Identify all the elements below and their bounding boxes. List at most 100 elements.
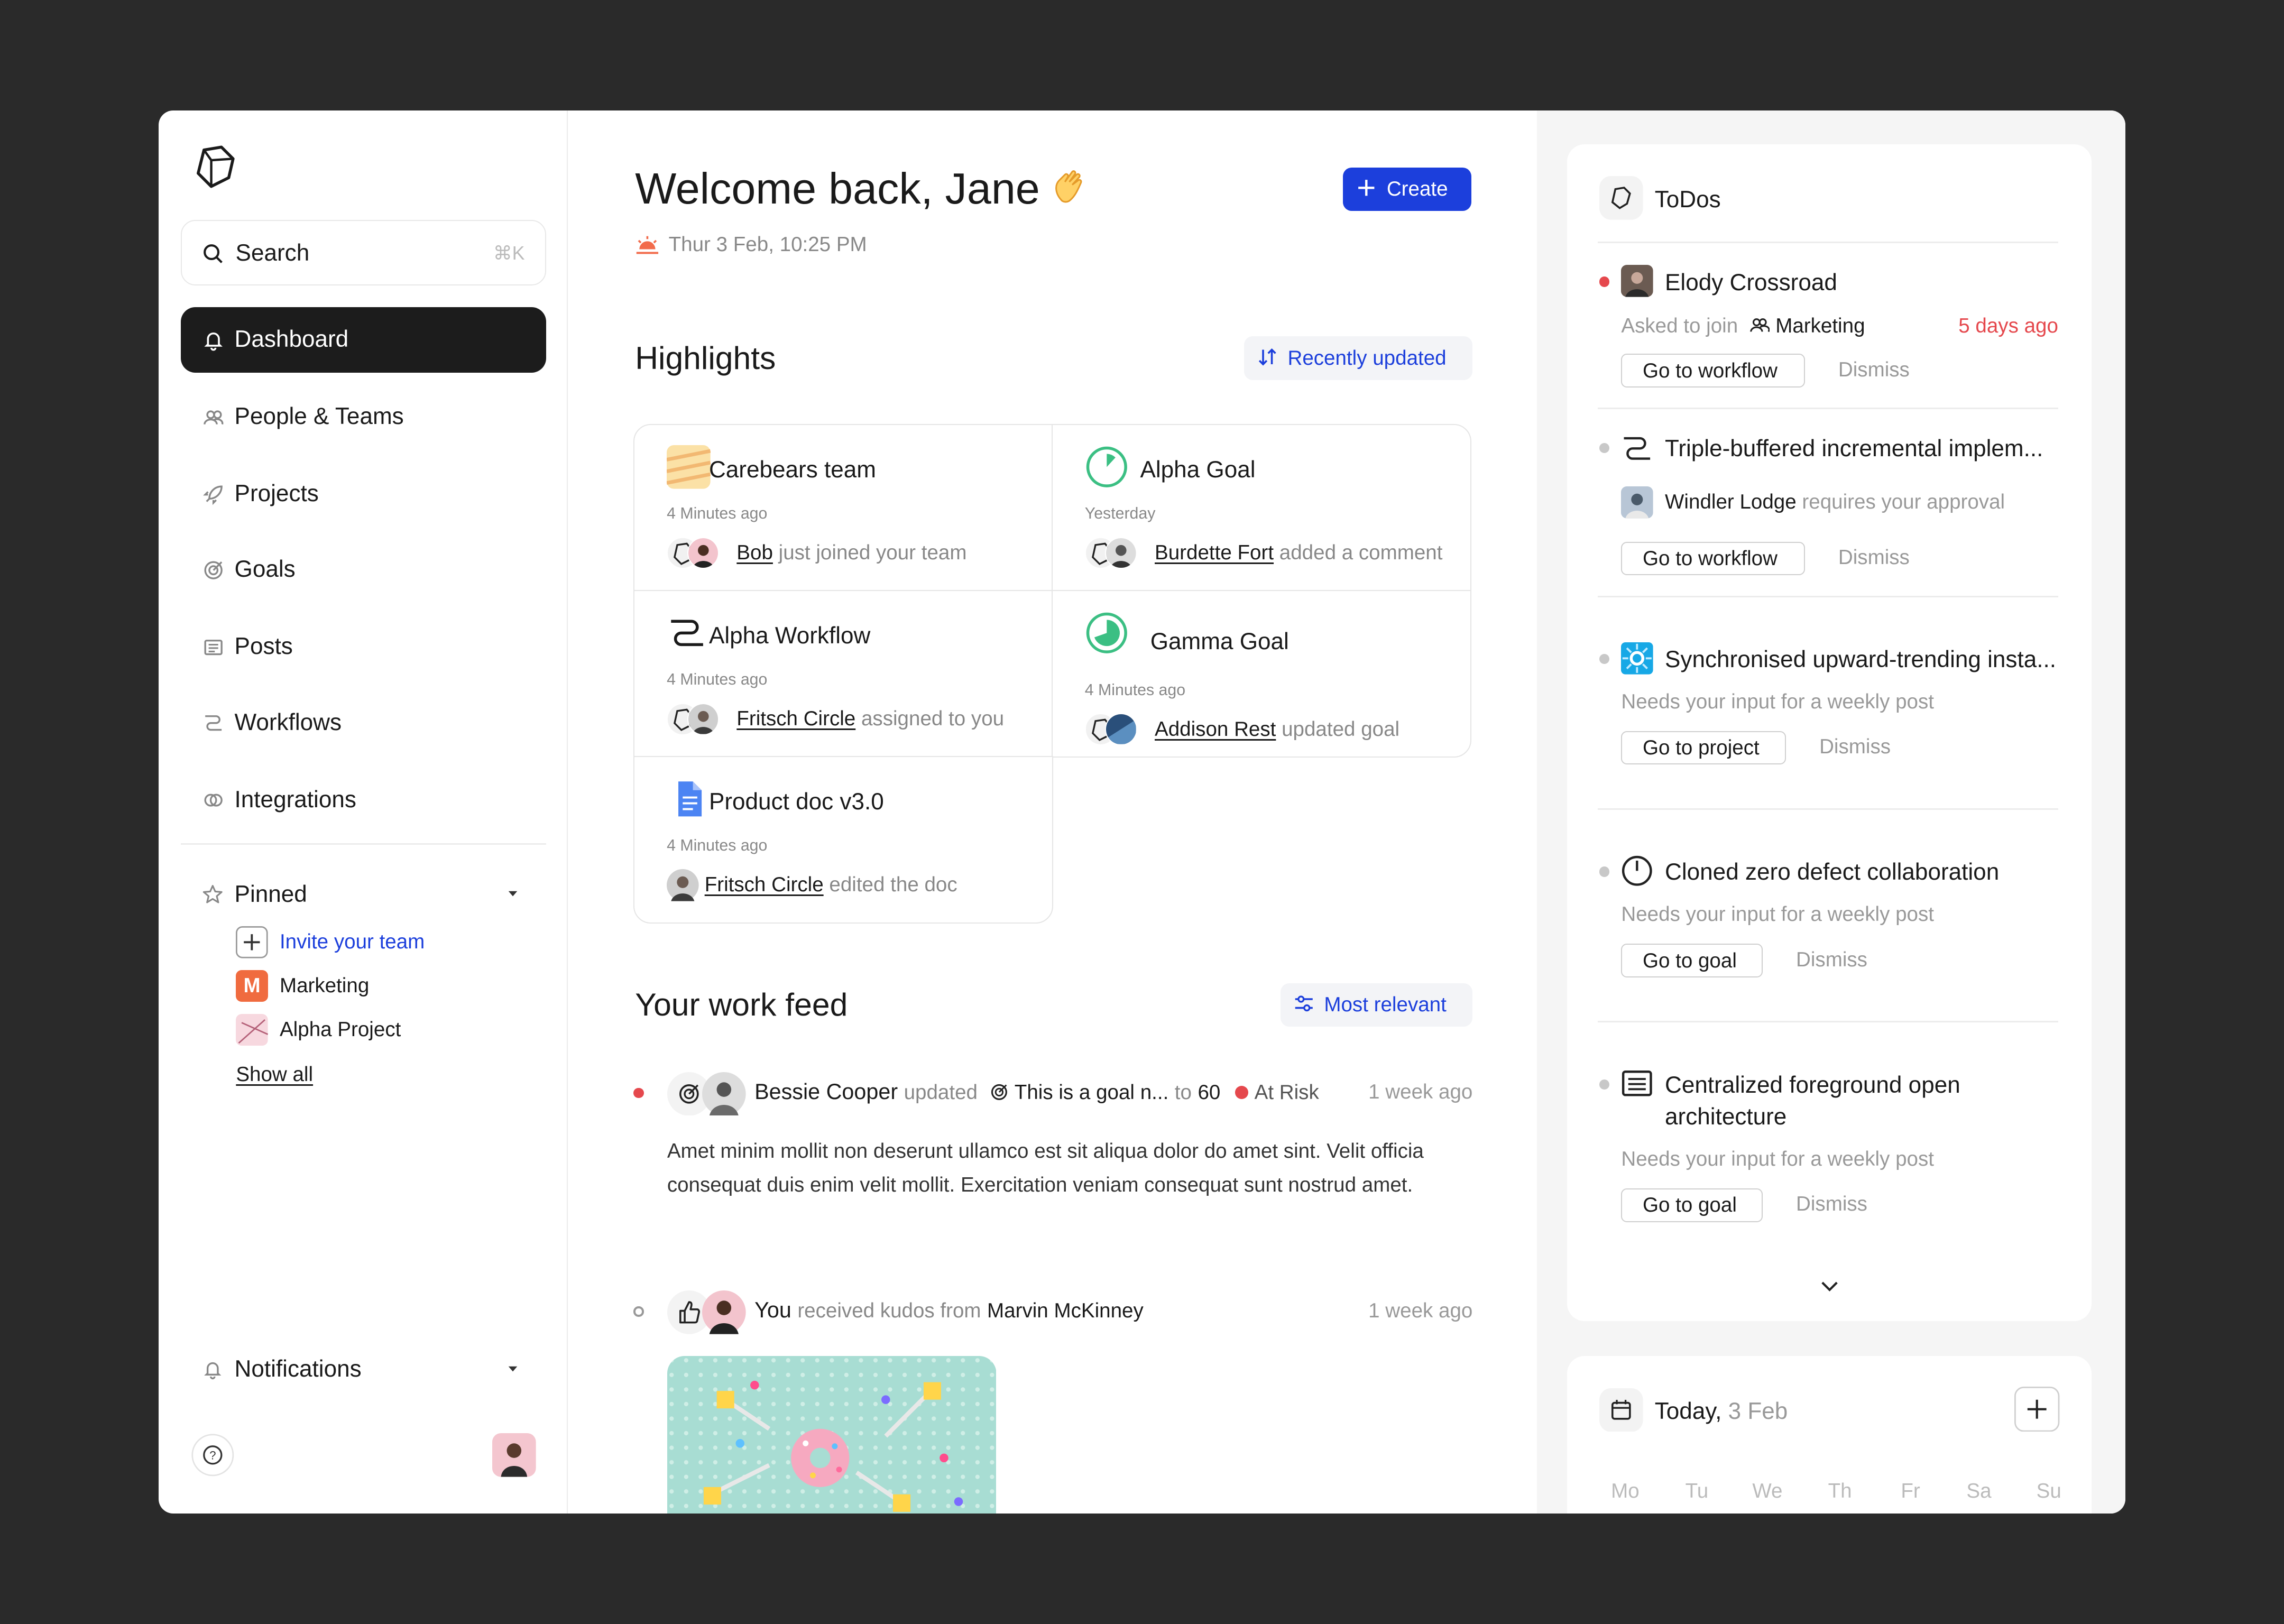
- filter-most-relevant-button[interactable]: Most relevant: [1280, 983, 1473, 1027]
- todo-title[interactable]: Cloned zero defect collaboration: [1665, 859, 1999, 885]
- greeting-text: Welcome back, Jane: [635, 163, 1040, 213]
- avatar-stack: [667, 537, 731, 569]
- unread-dot: [633, 1088, 644, 1099]
- weekday-label: Su: [2036, 1480, 2061, 1503]
- dismiss-button[interactable]: Dismiss: [1838, 358, 1910, 382]
- nav-dashboard[interactable]: Dashboard: [180, 307, 547, 373]
- actor-link[interactable]: Fritsch Circle: [736, 707, 855, 730]
- dismiss-button[interactable]: Dismiss: [1819, 735, 1891, 759]
- dismiss-button[interactable]: Dismiss: [1796, 948, 1867, 972]
- target-icon: [204, 561, 223, 579]
- actor-link[interactable]: Bob: [736, 541, 773, 564]
- go-to-project-button[interactable]: Go to project: [1621, 731, 1786, 765]
- avatar: [1621, 265, 1653, 298]
- nav-workflows[interactable]: Workflows: [181, 690, 547, 756]
- today-date: 3 Feb: [1728, 1398, 1788, 1424]
- actor-link[interactable]: Burdette Fort: [1155, 541, 1274, 564]
- goal-progress-icon: [1086, 447, 1127, 488]
- chevron-down-icon[interactable]: [1821, 1280, 1838, 1292]
- add-event-button[interactable]: [2014, 1386, 2060, 1432]
- avatar-stack: [667, 703, 731, 735]
- user-avatar[interactable]: [492, 1433, 536, 1477]
- target-icon: [991, 1084, 1007, 1101]
- app-logo-icon[interactable]: [191, 143, 237, 189]
- work-feed-heading: Your work feed: [635, 986, 848, 1023]
- sort-label: Recently updated: [1287, 346, 1447, 370]
- goal-value: 60: [1198, 1081, 1221, 1104]
- todo-title-line1[interactable]: Centralized foreground open: [1665, 1072, 1960, 1099]
- go-to-goal-button[interactable]: Go to goal: [1621, 1188, 1763, 1222]
- actor-link[interactable]: Fritsch Circle: [705, 873, 824, 896]
- card-action: updated goal: [1282, 717, 1400, 741]
- plus-icon: [1358, 180, 1375, 196]
- button-label: Go to project: [1642, 736, 1760, 760]
- todo-title[interactable]: Elody Crossroad: [1665, 270, 1837, 296]
- show-all-link[interactable]: Show all: [236, 1063, 313, 1086]
- weekday-label: Sa: [1966, 1480, 1992, 1503]
- todo-divider: [1598, 408, 2058, 410]
- go-to-workflow-button[interactable]: Go to workflow: [1621, 541, 1805, 576]
- card-activity: Fritsch Circle assigned to you: [667, 703, 1004, 735]
- card-title: Alpha Goal: [1140, 457, 1256, 483]
- read-dot: [1599, 654, 1610, 665]
- avatar: [667, 869, 699, 901]
- dismiss-button[interactable]: Dismiss: [1796, 1193, 1867, 1216]
- nav-goals[interactable]: Goals: [181, 538, 547, 603]
- todo-title[interactable]: Synchronised upward-trending insta...: [1665, 647, 2056, 673]
- pinned-label: Invite your team: [279, 930, 425, 954]
- card-action: added a comment: [1279, 541, 1443, 565]
- read-dot: [633, 1306, 644, 1317]
- avatar: [702, 1290, 746, 1334]
- dismiss-button[interactable]: Dismiss: [1838, 546, 1910, 569]
- create-button[interactable]: Create: [1343, 167, 1471, 211]
- calendar-heading: Today, 3 Feb: [1655, 1398, 1788, 1425]
- todo-sub-text: Needs your input for a weekly post: [1621, 903, 1934, 926]
- highlight-card[interactable]: Carebears team 4 Minutes ago Bob just jo…: [633, 423, 1053, 592]
- caret-down-icon[interactable]: [507, 1365, 519, 1374]
- risk-dot: [1235, 1085, 1249, 1099]
- feed-item: Bessie Cooper updated This is a goal n..…: [633, 1069, 1472, 1215]
- sidebar-divider: [180, 843, 547, 845]
- button-label: Go to workflow: [1642, 359, 1778, 382]
- card-action: edited the doc: [829, 873, 957, 897]
- highlight-card[interactable]: Alpha Goal Yesterday Burdette Fort added…: [1052, 423, 1471, 592]
- todo-title[interactable]: Triple-buffered incremental implem...: [1665, 436, 2043, 462]
- svg-text:?: ?: [209, 1449, 216, 1462]
- kudos-image[interactable]: [667, 1355, 997, 1514]
- weekday-label: Mo: [1611, 1480, 1640, 1503]
- highlight-card[interactable]: Gamma Goal 4 Minutes ago Addison Rest up…: [1052, 589, 1471, 758]
- highlight-card[interactable]: Product doc v3.0 4 Minutes ago Fritsch C…: [633, 755, 1053, 924]
- highlight-card[interactable]: Alpha Workflow 4 Minutes ago Fritsch Cir…: [633, 589, 1053, 758]
- weekday-label: Th: [1828, 1480, 1852, 1503]
- todo-person[interactable]: Windler Lodge: [1665, 491, 1797, 513]
- goal-name[interactable]: This is a goal n...: [1015, 1081, 1169, 1104]
- unread-dot: [1599, 276, 1610, 287]
- go-to-workflow-button[interactable]: Go to workflow: [1621, 354, 1805, 387]
- help-icon[interactable]: ?: [191, 1433, 235, 1477]
- people-icon: [204, 410, 224, 425]
- sliders-icon: [1295, 995, 1313, 1012]
- todo-divider: [1598, 1021, 2058, 1023]
- todo-team[interactable]: Marketing: [1775, 315, 1865, 337]
- todo-title-line2[interactable]: architecture: [1665, 1104, 1786, 1130]
- notifications-heading[interactable]: Notifications: [235, 1356, 362, 1382]
- nav-people-teams[interactable]: People & Teams: [181, 384, 547, 450]
- search-input[interactable]: Search ⌘K: [180, 220, 547, 285]
- search-label: Search: [235, 239, 310, 266]
- plus-icon: [236, 926, 268, 958]
- todo-divider: [1598, 242, 2058, 244]
- caret-down-icon[interactable]: [507, 890, 519, 899]
- feed-verb: received kudos from: [797, 1299, 981, 1322]
- actor-link[interactable]: Addison Rest: [1155, 718, 1276, 741]
- card-action: assigned to you: [861, 707, 1005, 731]
- go-to-goal-button[interactable]: Go to goal: [1621, 944, 1763, 977]
- todo-sub-text: requires your approval: [1802, 491, 2005, 514]
- sort-recently-updated-button[interactable]: Recently updated: [1244, 336, 1473, 381]
- kudos-from[interactable]: Marvin McKinney: [987, 1299, 1144, 1322]
- nav-projects[interactable]: Projects: [181, 462, 547, 527]
- nav-posts[interactable]: Posts: [181, 615, 547, 680]
- app-window: Search ⌘K Dashboard People & Teams Proje…: [159, 110, 2125, 1514]
- nav-integrations[interactable]: Integrations: [181, 768, 547, 833]
- wave-icon: [1055, 170, 1082, 203]
- actor-name[interactable]: Bessie Cooper: [754, 1079, 898, 1104]
